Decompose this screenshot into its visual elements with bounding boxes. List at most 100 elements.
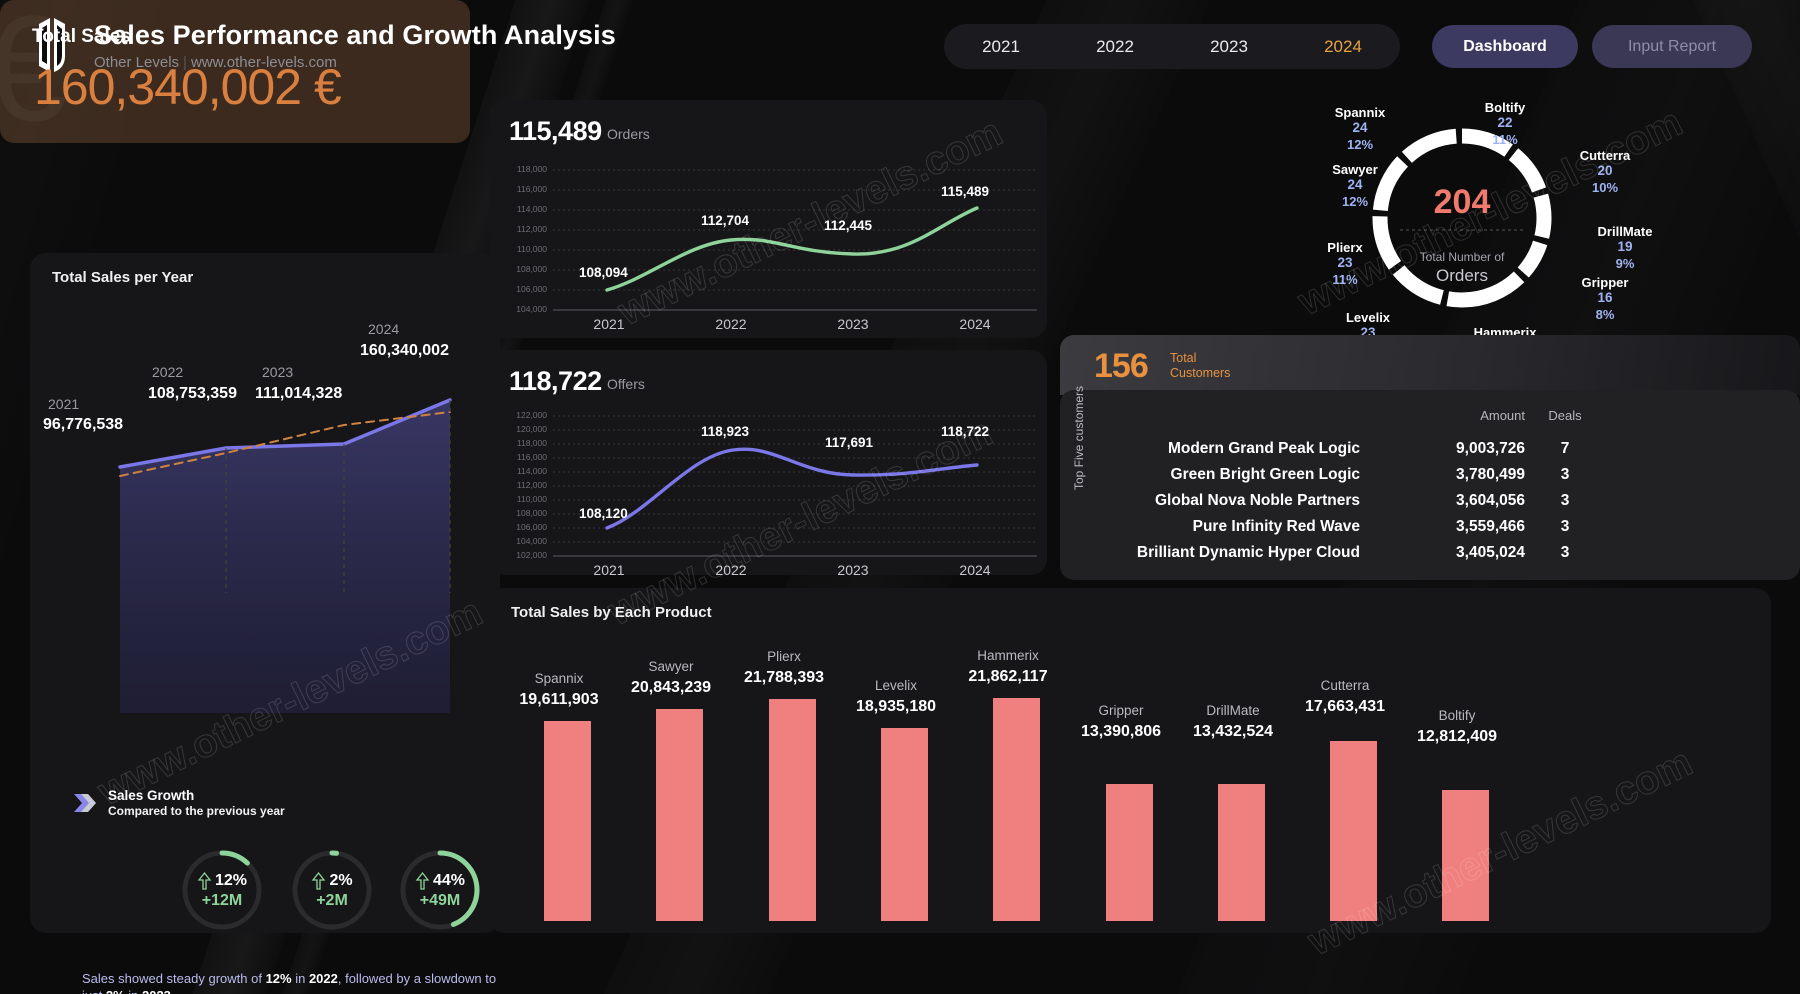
bar-plierx[interactable] [769, 699, 816, 921]
customer-deals: 3 [1560, 518, 1570, 535]
bar-label-plierx: Plierx [767, 649, 801, 664]
growth-gauge-2023-pct: 2% [329, 871, 353, 889]
offers-ytick-8: 118,000 [516, 438, 547, 448]
offers-xtick-2023: 2023 [837, 562, 869, 578]
bar-cutterra[interactable] [1330, 741, 1377, 921]
insight1-p3: 2022 [308, 971, 338, 986]
donut-label-drillmate-count: 19 [1617, 239, 1633, 254]
donut-label-boltify-pct: 11% [1492, 131, 1518, 147]
growth-gauge-2023: 2% +2M [290, 848, 374, 932]
spy-year-label-2022: 2022 [152, 364, 184, 380]
orders-ytick-7: 118,000 [516, 164, 547, 174]
year-option-2023[interactable]: 2023 [1198, 33, 1260, 61]
offers-kpi-label: Offers [607, 376, 645, 392]
orders-xtick-2023: 2023 [837, 316, 869, 332]
input-report-button[interactable]: Input Report [1592, 25, 1752, 68]
donut-label-boltify-count: 22 [1497, 115, 1513, 130]
customer-amount: 3,559,466 [1456, 518, 1525, 535]
bar-gripper[interactable] [1106, 784, 1153, 921]
offers-ytick-10: 122,000 [516, 410, 547, 420]
table-row[interactable]: Brilliant Dynamic Hyper Cloud 3,405,024 … [1100, 544, 1790, 569]
total-customers-label: Total Customers [1170, 351, 1230, 381]
growth-gauge-2022-pct: 12% [214, 871, 248, 889]
offers-line-chart: 122,000 120,000 118,000 116,000 114,000 … [489, 402, 1047, 578]
donut-center-caption-1: Total Number of [1419, 250, 1505, 264]
donut-center-total: 204 [1433, 183, 1491, 221]
donut-label-sawyer-count: 24 [1347, 177, 1363, 192]
offers-ytick-1: 104,000 [516, 536, 547, 546]
donut-label-spannix-count: 24 [1352, 120, 1368, 135]
insight1-p6: in [125, 988, 142, 994]
spy-year-label-2023: 2023 [262, 364, 294, 380]
arrow-up-icon [197, 871, 212, 890]
year-option-2021[interactable]: 2021 [970, 33, 1032, 61]
orders-xtick-2024: 2024 [959, 316, 991, 332]
products-chart-title: Total Sales by Each Product [511, 604, 712, 621]
donut-label-sawyer-name: Sawyer [1332, 162, 1378, 177]
offers-ytick-5: 112,000 [516, 480, 547, 490]
donut-center-caption-2: Orders [1436, 266, 1488, 285]
bar-sawyer[interactable] [656, 709, 703, 921]
offers-point-label-2023: 117,691 [825, 435, 874, 450]
orders-ytick-1: 106,000 [516, 284, 547, 294]
orders-ytick-6: 116,000 [516, 184, 547, 194]
growth-gauge-2022: 12% +12M [180, 848, 264, 932]
sales-growth-legend: Sales Growth Compared to the previous ye… [72, 788, 285, 818]
growth-gauge-2023-delta: +2M [316, 891, 348, 909]
donut-label-cutterra-name: Cutterra [1579, 148, 1631, 163]
donut-label-gripper: Gripper 16 8% [1550, 275, 1660, 322]
customer-name: Brilliant Dynamic Hyper Cloud [1136, 544, 1360, 561]
sales-per-year-title: Total Sales per Year [52, 269, 194, 286]
year-option-2022[interactable]: 2022 [1084, 33, 1146, 61]
bar-drillmate[interactable] [1218, 784, 1265, 921]
top-customers-side-label: Top Five customers [1072, 385, 1086, 490]
spy-year-value-2023: 111,014,328 [255, 385, 343, 402]
donut-label-levelix-name: Levelix [1345, 310, 1391, 325]
top-customers-card: Top Five customers Amount Deals Modern G… [1060, 386, 1800, 580]
sales-per-year-chart: 2021 96,776,538 2022 108,753,359 2023 11… [30, 293, 500, 813]
customer-name: Global Nova Noble Partners [1155, 492, 1360, 509]
bar-spannix[interactable] [544, 721, 591, 921]
insight1-p8: . [171, 988, 175, 994]
table-row[interactable]: Green Bright Green Logic 3,780,499 3 [1100, 466, 1790, 491]
orders-ytick-2: 108,000 [516, 264, 547, 274]
arrow-up-icon [312, 871, 326, 890]
bar-value-hammerix: 21,862,117 [968, 668, 1048, 685]
donut-label-drillmate-name: DrillMate [1597, 224, 1653, 239]
sales-per-year-card: Total Sales per Year 2021 96,776,538 202… [30, 253, 500, 994]
offers-ytick-9: 120,000 [516, 424, 547, 434]
arrow-up-icon [415, 871, 430, 890]
bar-boltify[interactable] [1442, 790, 1489, 921]
insight-paragraph-1: Sales showed steady growth of 12% in 202… [82, 971, 502, 994]
customer-name: Green Bright Green Logic [1170, 466, 1360, 483]
customer-deals: 3 [1560, 544, 1570, 561]
orders-ytick-0: 104,000 [516, 304, 547, 314]
table-row[interactable]: Pure Infinity Red Wave 3,559,466 3 [1100, 518, 1790, 543]
bar-levelix[interactable] [881, 728, 928, 921]
sales-growth-title: Sales Growth [108, 788, 195, 803]
offers-card: 118,722 Offers 122,000 120,000 118,000 1… [489, 350, 1047, 578]
dashboard-button[interactable]: Dashboard [1432, 25, 1578, 68]
total-sales-label: Total Sales [32, 26, 131, 47]
year-filter[interactable]: 2021 2022 2023 2024 [944, 24, 1400, 69]
customer-name: Modern Grand Peak Logic [1167, 440, 1360, 457]
table-row[interactable]: Global Nova Noble Partners 3,604,056 3 [1100, 492, 1790, 517]
table-row[interactable]: Modern Grand Peak Logic 9,003,726 7 [1100, 440, 1790, 465]
bar-label-boltify: Boltify [1438, 708, 1476, 723]
customer-amount: 3,405,024 [1456, 544, 1525, 561]
orders-ytick-4: 112,000 [516, 224, 547, 234]
donut-label-gripper-count: 16 [1597, 290, 1613, 305]
orders-point-label-2022: 112,704 [701, 213, 750, 228]
orders-kpi-label: Orders [607, 126, 650, 142]
orders-ytick-3: 110,000 [516, 244, 547, 254]
bar-label-cutterra: Cutterra [1320, 678, 1370, 693]
bar-hammerix[interactable] [993, 698, 1040, 921]
bar-label-hammerix: Hammerix [977, 648, 1039, 663]
total-customers-label-line2: Customers [1170, 365, 1231, 380]
donut-label-plierx-count: 23 [1337, 255, 1353, 270]
donut-label-cutterra-pct: 10% [1591, 179, 1619, 195]
spy-year-label-2024: 2024 [368, 321, 400, 337]
insight1-p1: 12% [265, 971, 292, 986]
donut-label-sawyer-pct: 12% [1341, 193, 1369, 209]
year-option-2024[interactable]: 2024 [1312, 33, 1374, 61]
